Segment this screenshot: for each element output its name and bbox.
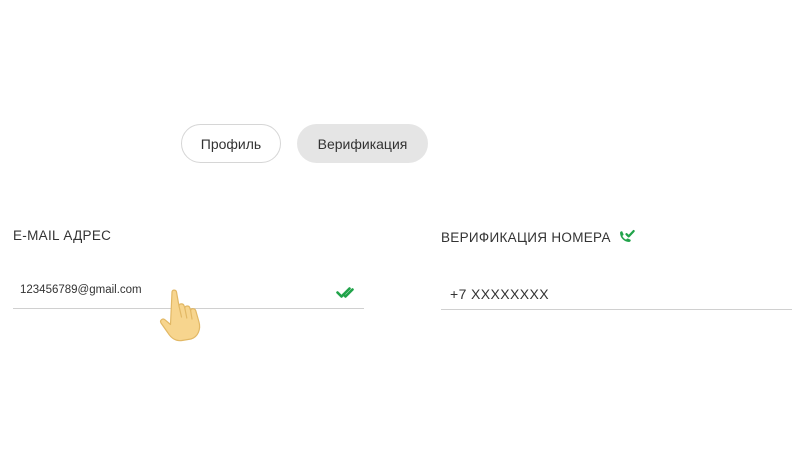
email-value: 123456789@gmail.com [20, 284, 142, 296]
phone-label-text: ВЕРИФИКАЦИЯ НОМЕРА [441, 230, 611, 245]
phone-verified-icon [619, 229, 635, 242]
tab-profile[interactable]: Профиль [181, 124, 281, 163]
tab-verification-label: Верификация [317, 135, 408, 152]
tab-profile-label: Профиль [200, 135, 262, 152]
phone-section-label: ВЕРИФИКАЦИЯ НОМЕРА [441, 228, 636, 247]
phone-field[interactable]: +7 XXXXXXXX [441, 270, 792, 310]
email-field[interactable]: 123456789@gmail.com [13, 270, 364, 309]
email-section-label: E-MAIL АДРЕС [13, 228, 111, 243]
email-label-text: E-MAIL АДРЕС [13, 228, 112, 243]
phone-value: +7 XXXXXXXX [450, 286, 549, 302]
double-check-icon [336, 287, 354, 298]
tab-verification[interactable]: Верификация [297, 124, 428, 163]
